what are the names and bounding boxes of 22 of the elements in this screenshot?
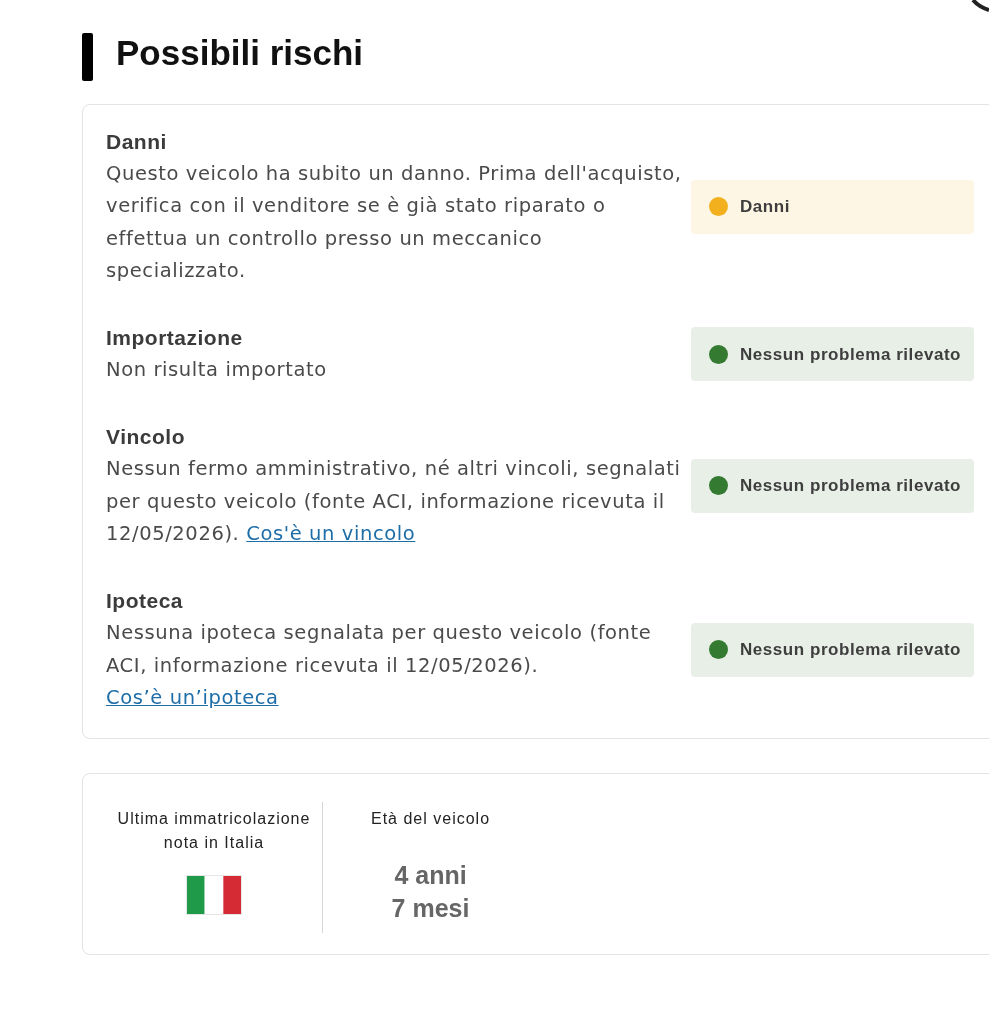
risk-description: Non risulta importato <box>106 357 328 384</box>
fact-label: Età del veicolo <box>370 809 491 830</box>
vehicle-age-value: 4 anni <box>394 860 467 892</box>
heading-accent-bar <box>82 33 93 81</box>
info-link[interactable]: Cos’è un’ipoteca <box>106 685 279 709</box>
risk-title: Vincolo <box>106 424 186 451</box>
fact-label: Ultima immatricolazione nota in Italia <box>116 809 312 854</box>
info-link[interactable]: Cos'è un vincolo <box>246 522 416 546</box>
status-label: Nessun problema rilevato <box>740 343 962 366</box>
status-label: Danni <box>740 195 790 218</box>
circle-edge-shape <box>971 0 989 12</box>
italian-flag-icon <box>186 875 242 916</box>
status-label: Nessun problema rilevato <box>740 475 962 498</box>
section-heading: Possibili rischi <box>116 32 364 74</box>
risk-description: Questo veicolo ha subito un danno. Prima dell'acquisto, verifica con il venditore se è già stato riparato o effettua un controllo presso un meccanico specializzato. <box>106 161 683 284</box>
risk-title: Importazione <box>106 325 244 352</box>
risk-description: Nessuna ipoteca segnalata per questo veicolo (fonte ACI, informazione ricevuta il 12/05/2026). Cos’è un’ipoteca <box>106 620 653 711</box>
vehicle-age-value: 7 mesi <box>391 893 470 925</box>
risk-title: Danni <box>106 129 168 155</box>
risk-description: Nessun fermo amministrativo, né altri vincoli, segnalati per questo veicolo (fonte ACI, informazione ricevuta il 12/05/2026). Cos'è un vincolo <box>106 456 682 548</box>
risk-title: Ipoteca <box>106 588 185 615</box>
status-label: Nessun problema rilevato <box>740 639 962 662</box>
